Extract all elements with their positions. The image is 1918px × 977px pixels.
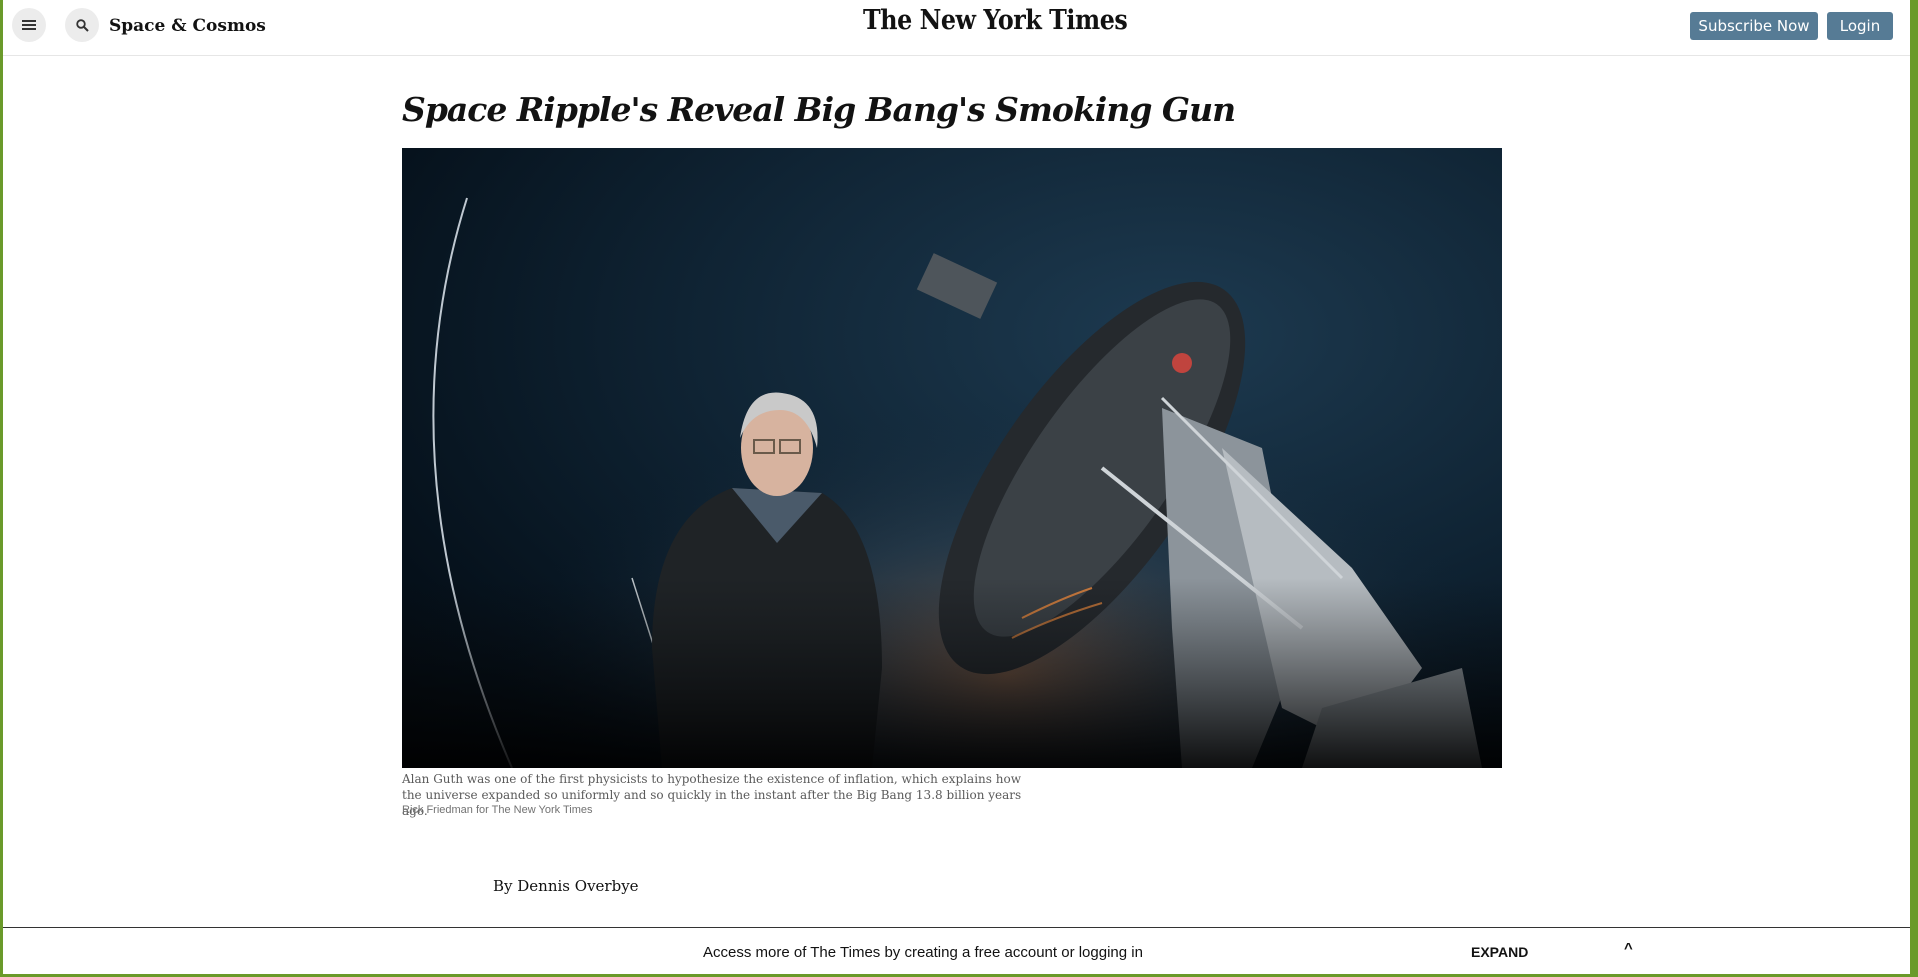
browser-viewport: Space & Cosmos The New York Times Subscr… (3, 0, 1910, 974)
login-button[interactable]: Login (1827, 12, 1893, 40)
section-title[interactable]: Space & Cosmos (109, 16, 266, 36)
menu-button[interactable] (12, 8, 46, 42)
photo-credit: Rick Friedman for The New York Times (402, 804, 593, 816)
article-photo (402, 148, 1502, 768)
registration-gate-bar: Access more of The Times by creating a f… (3, 927, 1910, 974)
search-icon (75, 18, 89, 32)
hamburger-menu-icon (22, 20, 36, 30)
gate-message: Access more of The Times by creating a f… (703, 944, 1143, 961)
article-headline: Space Ripple's Reveal Big Bang's Smoking… (402, 90, 1236, 129)
author-link[interactable]: Dennis Overbye (517, 877, 638, 895)
byline: By Dennis Overbye (493, 877, 639, 895)
expand-button[interactable]: EXPAND (1471, 944, 1528, 960)
search-button[interactable] (65, 8, 99, 42)
chevron-up-icon[interactable]: ^ (1624, 940, 1633, 957)
byline-prefix: By (493, 877, 513, 895)
nyt-logo[interactable]: The New York Times (863, 5, 1128, 41)
photo-illustration (402, 148, 1502, 768)
site-header: Space & Cosmos The New York Times Subscr… (3, 0, 1910, 56)
subscribe-button[interactable]: Subscribe Now (1690, 12, 1818, 40)
